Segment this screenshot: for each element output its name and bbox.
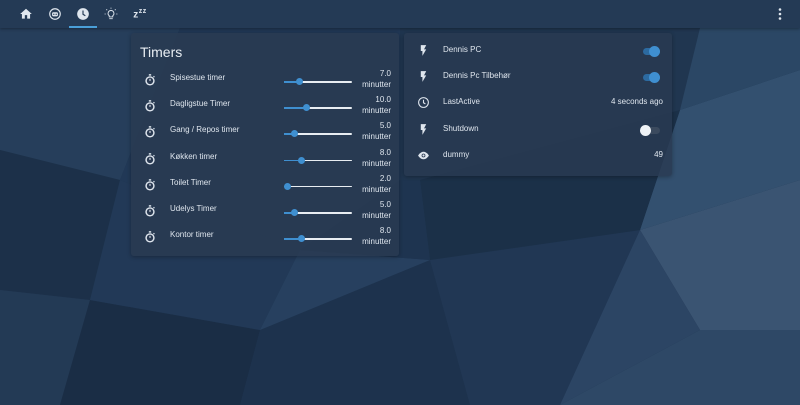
top-toolbar: zzz <box>0 0 800 28</box>
flash-icon <box>417 44 430 57</box>
slider-track <box>284 185 352 188</box>
timer-number: 2.0 <box>379 173 391 183</box>
timer-slider[interactable] <box>284 130 352 138</box>
timer-number: 8.0 <box>379 226 391 236</box>
entity-row[interactable]: Shutdown <box>404 118 672 144</box>
timer-name: Kontor timer <box>170 230 214 240</box>
eye-icon <box>417 149 430 162</box>
status-card: Dennis PC Dennis Pc Tilbehør LastActive 4 s… <box>404 33 672 176</box>
slider-thumb[interactable] <box>298 235 306 243</box>
tab-clock[interactable] <box>69 0 97 28</box>
lightbulb-icon <box>104 7 118 20</box>
entity-toggle[interactable] <box>640 124 660 136</box>
tab-lightbulb[interactable] <box>97 0 125 28</box>
toggle-knob <box>649 46 660 57</box>
timer-unit: minutter <box>362 184 391 194</box>
slider-thumb[interactable] <box>290 130 298 138</box>
timer-number: 5.0 <box>379 200 391 209</box>
robot-icon <box>49 8 61 20</box>
timer-row: Toilet Timer 2.0 minutter <box>131 173 399 199</box>
timer-name: Udelys Timer <box>170 204 217 213</box>
timer-icon <box>143 99 157 113</box>
timer-name: Gang / Repos timer <box>170 125 240 135</box>
entity-name: Dennis PC <box>443 45 482 54</box>
timer-slider[interactable] <box>284 235 352 243</box>
timer-slider[interactable] <box>284 78 352 86</box>
timer-icon <box>143 204 157 218</box>
timer-name: Køkken timer <box>170 151 218 161</box>
timer-icon <box>143 152 157 166</box>
entity-row[interactable]: dummy 49 <box>404 144 672 170</box>
timer-icon <box>143 178 157 192</box>
timer-unit: minutter <box>362 237 391 247</box>
timer-unit: minutter <box>362 211 391 220</box>
entity-name: Dennis Pc Tilbehør <box>443 71 511 81</box>
card-title: Timers <box>140 44 183 60</box>
timer-unit: minutter <box>362 132 391 142</box>
tab-home[interactable] <box>12 0 40 28</box>
overflow-menu-button[interactable] <box>772 0 788 28</box>
entity-row[interactable]: Dennis Pc Tilbehør <box>404 65 672 91</box>
timer-icon <box>143 230 157 244</box>
timer-slider[interactable] <box>284 156 352 165</box>
slider-thumb[interactable] <box>298 156 306 164</box>
timer-number: 5.0 <box>379 121 391 131</box>
tab-sleep[interactable]: zzz <box>126 0 154 28</box>
entity-name: Shutdown <box>443 123 479 133</box>
background-polygons <box>0 0 800 405</box>
timer-unit: minutter <box>362 80 391 89</box>
timer-value: 7.0 minutter <box>362 68 391 90</box>
clock-icon <box>77 8 89 20</box>
timer-icon <box>143 73 157 87</box>
timer-number: 8.0 <box>379 147 391 157</box>
timers-card: Timers Spisestue timer 7.0 minutter Dagligs… <box>131 33 399 256</box>
timer-row: Spisestue timer 7.0 minutter <box>131 68 399 94</box>
timer-value: 8.0 minutter <box>362 147 391 169</box>
timer-value: 10.0 minutter <box>362 94 391 116</box>
timer-slider[interactable] <box>284 209 352 217</box>
home-icon <box>20 8 32 19</box>
timer-value: 5.0 minutter <box>362 199 391 221</box>
slider-thumb[interactable] <box>296 78 304 85</box>
timer-number: 10.0 <box>375 95 391 105</box>
timer-value: 8.0 minutter <box>362 225 391 247</box>
timer-row: Kontor timer 8.0 minutter <box>131 225 399 251</box>
timer-name: Dagligstue Timer <box>170 99 231 109</box>
entity-toggle[interactable] <box>640 72 660 84</box>
slider-thumb[interactable] <box>283 182 291 190</box>
timer-name: Toilet Timer <box>170 177 211 187</box>
flash-icon <box>417 123 430 136</box>
timer-value: 2.0 minutter <box>362 173 391 195</box>
clock-icon <box>417 96 430 109</box>
entity-row[interactable]: LastActive 4 seconds ago <box>404 91 672 117</box>
sleep-icon: zzz <box>133 7 147 21</box>
timer-slider[interactable] <box>283 182 352 191</box>
flash-icon <box>417 70 430 83</box>
timer-row: Køkken timer 8.0 minutter <box>131 147 399 173</box>
dots-vertical-icon <box>778 8 782 20</box>
entity-row[interactable]: Dennis PC <box>404 39 672 65</box>
slider-thumb[interactable] <box>302 104 310 112</box>
tab-robot[interactable] <box>41 0 69 28</box>
timer-row: Udelys Timer 5.0 minutter <box>131 199 399 225</box>
entity-name: dummy <box>443 149 470 159</box>
timer-slider[interactable] <box>284 104 352 112</box>
toggle-knob <box>649 72 660 84</box>
timer-row: Dagligstue Timer 10.0 minutter <box>131 94 399 120</box>
timer-row: Gang / Repos timer 5.0 minutter <box>131 120 399 146</box>
timer-name: Spisestue timer <box>170 73 226 82</box>
timer-number: 7.0 <box>379 69 391 78</box>
entity-state: 49 <box>654 149 663 159</box>
timer-unit: minutter <box>362 158 391 168</box>
timer-icon <box>143 125 157 139</box>
toggle-knob <box>640 124 651 136</box>
timer-value: 5.0 minutter <box>362 120 391 142</box>
entity-name: LastActive <box>443 97 480 107</box>
timer-unit: minutter <box>362 106 391 116</box>
slider-thumb[interactable] <box>290 209 298 216</box>
entity-toggle[interactable] <box>640 46 660 57</box>
entity-state: 4 seconds ago <box>610 97 663 107</box>
